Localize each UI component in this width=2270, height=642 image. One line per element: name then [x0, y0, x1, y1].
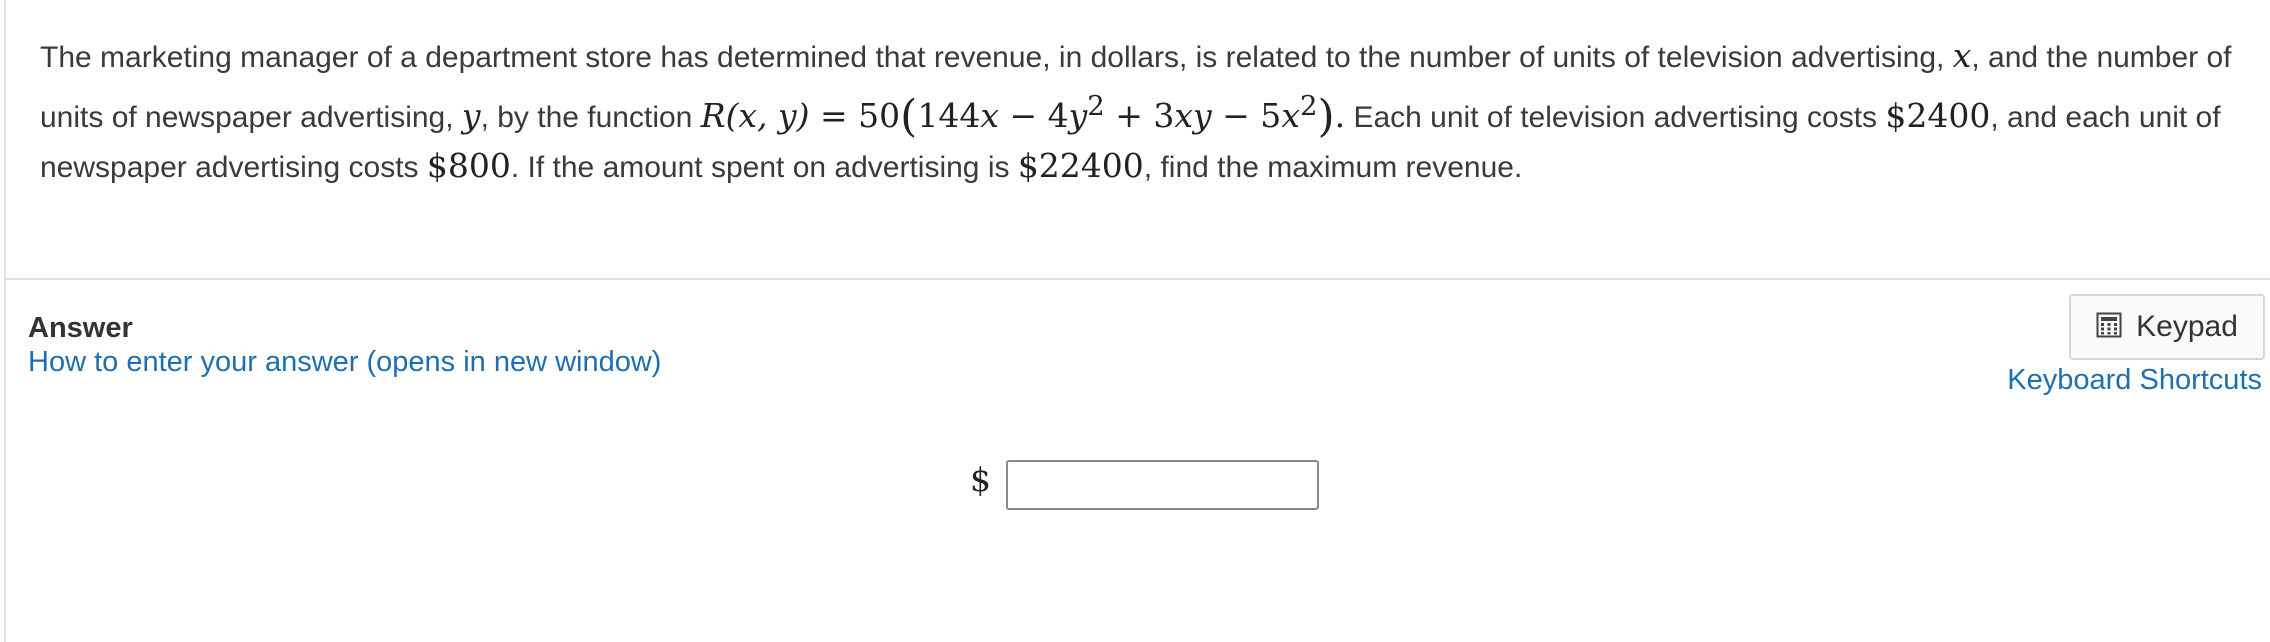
how-to-enter-answer-link[interactable]: How to enter your answer (opens in new w… [28, 346, 661, 379]
exponent: 2 [1299, 90, 1318, 122]
section-divider [6, 278, 2270, 280]
close-paren: ) [1317, 91, 1335, 142]
question-text-part: , by the function [480, 101, 701, 134]
variable-x: x [1952, 36, 1972, 75]
newspaper-cost: $800 [426, 146, 511, 185]
term-operator: − 5 [1211, 96, 1282, 135]
answer-title: Answer [28, 312, 133, 344]
currency-symbol: $ [970, 460, 991, 499]
question-text-part: . If the amount spent on advertising is [510, 151, 1018, 184]
variable-y: y [461, 96, 481, 135]
term-coefficient: 144 [917, 96, 981, 135]
term-variable: x [1281, 96, 1300, 135]
question-text-part: Each unit of television advertising cost… [1345, 101, 1886, 134]
period: . [1334, 96, 1346, 135]
term-variable: xy [1174, 96, 1212, 135]
term-variable: y [1068, 96, 1088, 135]
question-text: The marketing manager of a department st… [40, 32, 2240, 192]
question-frame: The marketing manager of a department st… [4, 0, 2270, 642]
question-text-part: The marketing manager of a department st… [40, 41, 1953, 74]
function-args: (x, y) [725, 96, 810, 135]
keyboard-shortcuts-link[interactable]: Keyboard Shortcuts [2007, 364, 2262, 397]
function-name: R [700, 96, 726, 135]
budget-amount: $22400 [1017, 146, 1144, 185]
tv-cost: $2400 [1885, 96, 1991, 135]
open-paren: ( [900, 91, 918, 142]
revenue-function: R(x, y) = 50(144x − 4y2 + 3xy − 5x2). [700, 90, 1346, 141]
term-operator: + 3 [1104, 96, 1175, 135]
calculator-icon [2096, 312, 2122, 343]
function-coefficient: = 50 [809, 96, 901, 135]
answer-input[interactable] [1006, 460, 1319, 510]
term-variable: x [980, 96, 999, 135]
keypad-button[interactable]: Keypad [2069, 294, 2265, 360]
keypad-label: Keypad [2136, 310, 2238, 343]
exponent: 2 [1087, 90, 1105, 122]
term-operator: − 4 [998, 96, 1069, 135]
question-text-part: , find the maximum revenue. [1143, 151, 1523, 184]
